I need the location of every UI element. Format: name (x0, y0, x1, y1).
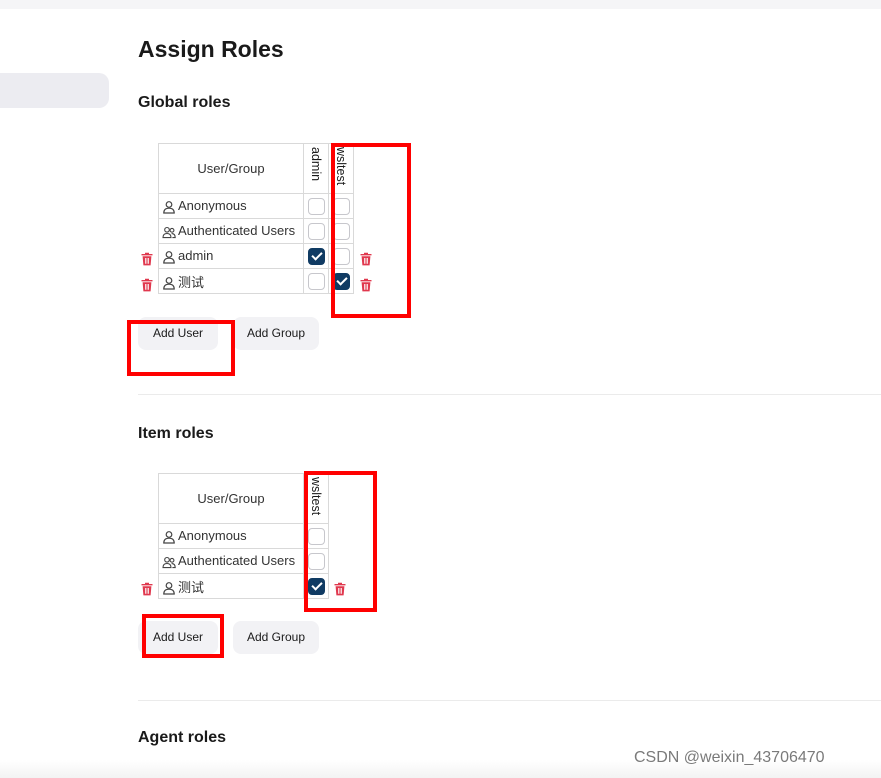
section-divider (138, 700, 881, 701)
global-roles-title: Global roles (138, 94, 231, 111)
add-group-button[interactable]: Add Group (233, 317, 319, 350)
agent-roles-title: Agent roles (138, 729, 227, 746)
add-group-button[interactable]: Add Group (233, 621, 319, 654)
annotation-highlight-box (142, 614, 224, 658)
role-checkbox[interactable] (307, 222, 325, 240)
annotation-highlight-box (127, 320, 235, 376)
user-icon (162, 200, 176, 214)
user-icon (162, 530, 176, 544)
annotation-highlight-box (304, 471, 377, 612)
table-row-name: admin (158, 243, 304, 269)
table-row-name: Authenticated Users (158, 218, 304, 244)
role-header-admin: admin (303, 143, 329, 194)
group-icon (162, 555, 176, 569)
trash-icon[interactable] (141, 582, 153, 596)
page-title: Assign Roles (138, 36, 284, 62)
annotation-highlight-box (331, 143, 411, 318)
group-icon (162, 225, 176, 239)
table-row-name: 测试 (158, 268, 304, 294)
table-row-name: Anonymous (158, 193, 304, 219)
table-row-name: 测试 (158, 573, 304, 599)
user-icon (162, 581, 176, 595)
trash-icon[interactable] (141, 252, 153, 266)
sidebar-active-item[interactable] (0, 73, 109, 108)
table-row-name: Authenticated Users (158, 548, 304, 574)
user-group-header: User/Group (158, 473, 304, 524)
top-bar (0, 0, 881, 9)
role-checkbox[interactable] (307, 272, 325, 290)
role-checkbox-checked[interactable] (307, 247, 325, 265)
table-row-name: Anonymous (158, 523, 304, 549)
role-checkbox[interactable] (307, 197, 325, 215)
section-divider (138, 394, 881, 395)
user-group-header: User/Group (158, 143, 304, 194)
watermark-text: CSDN @weixin_43706470 (634, 749, 825, 766)
user-icon (162, 276, 176, 290)
global-roles-table: User/Group admin wsltest Anonymous Authe… (158, 143, 354, 294)
trash-icon[interactable] (141, 278, 153, 292)
item-roles-title: Item roles (138, 425, 214, 442)
user-icon (162, 250, 176, 264)
